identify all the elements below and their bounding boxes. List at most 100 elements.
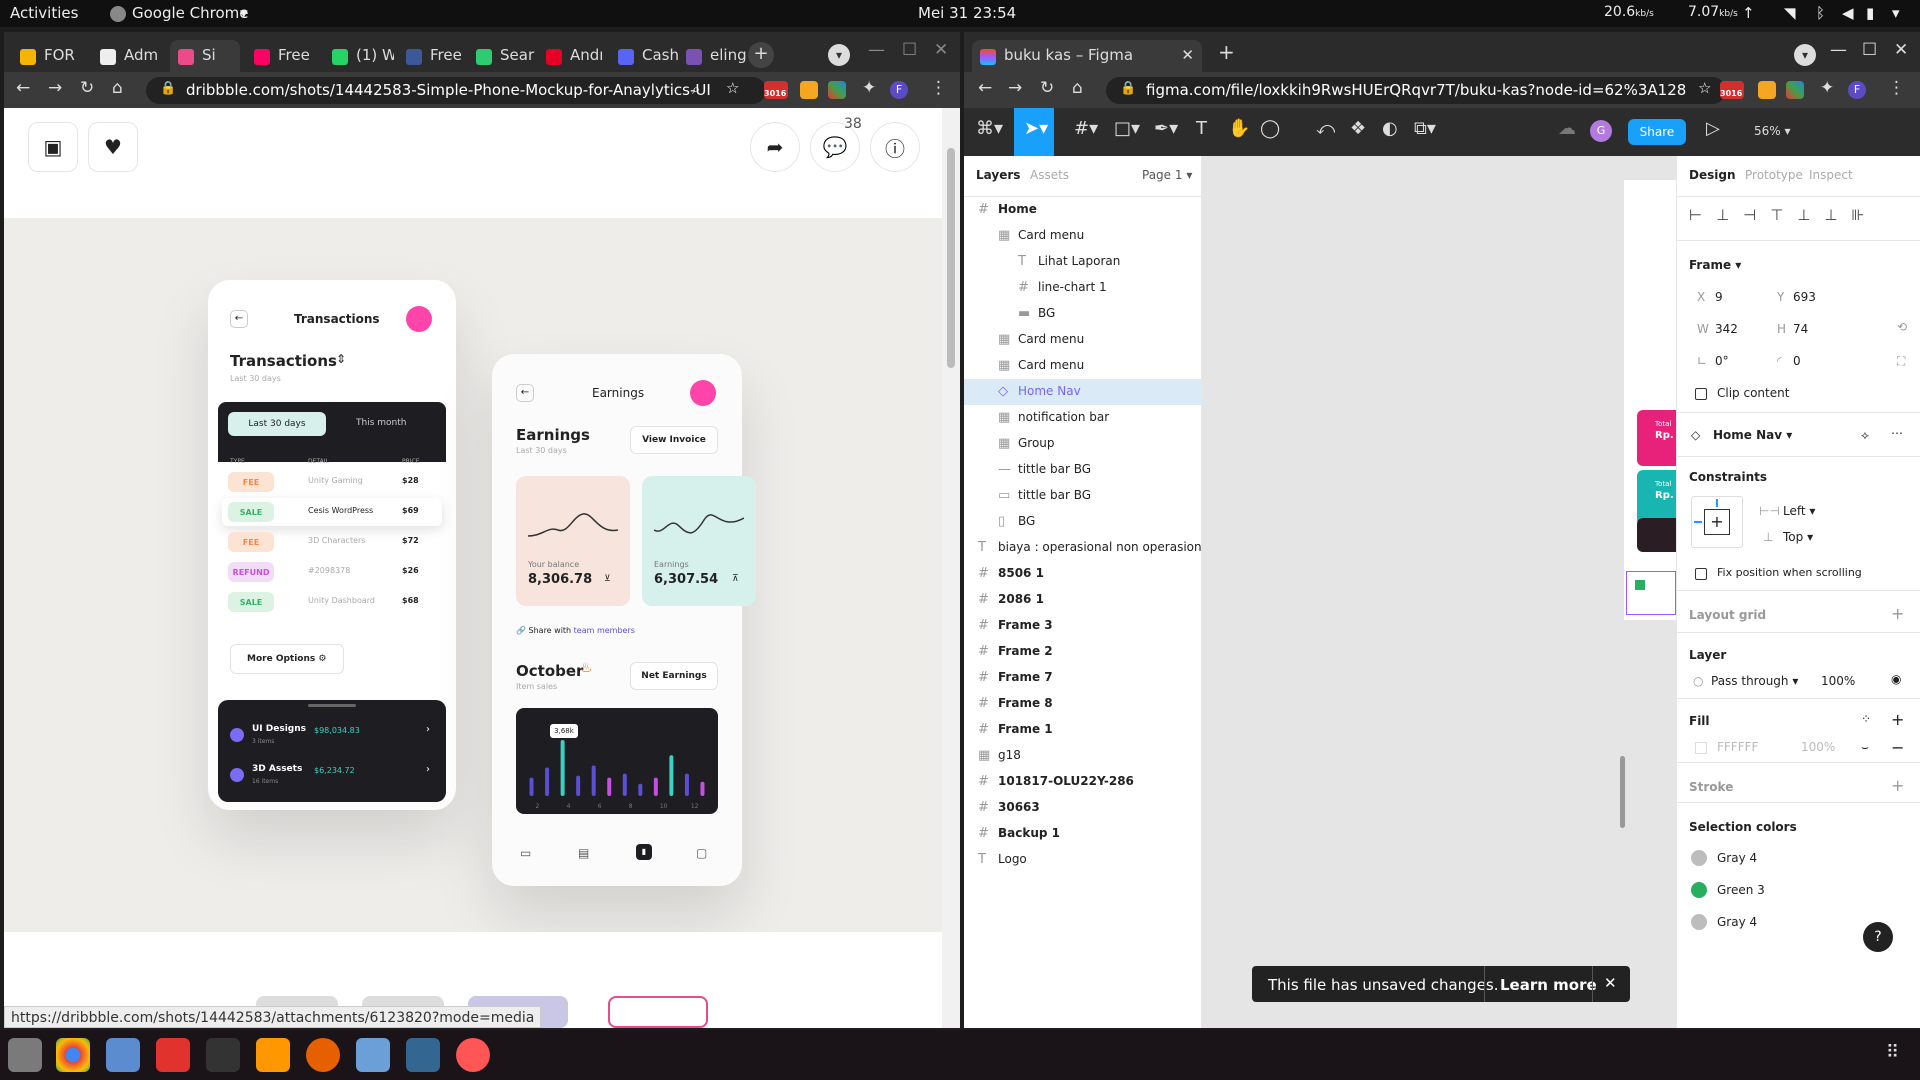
new-tab-button[interactable]: + bbox=[748, 42, 774, 68]
fill-opacity[interactable]: 100% bbox=[1801, 740, 1835, 754]
close-toast-icon[interactable]: ✕ bbox=[1604, 974, 1617, 992]
app-grid-icon[interactable]: ⠿ bbox=[1886, 1042, 1899, 1063]
extension-icon[interactable] bbox=[1758, 81, 1776, 99]
activities-button[interactable]: Activities bbox=[10, 4, 78, 22]
hand-tool-icon[interactable]: ✋ bbox=[1228, 118, 1250, 139]
address-bar[interactable]: 🔒 figma.com/file/loxkkih9RwsHUErQRqvr7T/… bbox=[1106, 77, 1726, 104]
layer-item[interactable]: # Frame 7 bbox=[964, 665, 1201, 691]
tab-search-icon[interactable]: ▾ bbox=[1794, 44, 1816, 66]
anydesk-app-icon[interactable] bbox=[156, 1038, 190, 1072]
component-icon[interactable]: ❖ bbox=[1350, 118, 1366, 139]
address-bar[interactable]: 🔒 dribbble.com/shots/14442583-Simple-Pho… bbox=[146, 77, 766, 104]
layer-item[interactable]: ▦ notification bar bbox=[964, 405, 1201, 431]
frame-dropdown[interactable]: Frame ▾ bbox=[1689, 258, 1741, 272]
add-layout-grid-icon[interactable]: + bbox=[1891, 604, 1904, 623]
tab-9[interactable]: eling bbox=[678, 40, 748, 72]
layer-item[interactable]: ▦ g18 bbox=[964, 743, 1201, 769]
layer-item[interactable]: ▭ tittle bar BG bbox=[964, 483, 1201, 509]
zoom-icon[interactable]: ⌕ bbox=[692, 80, 700, 98]
back-icon[interactable]: ← bbox=[978, 78, 992, 98]
layer-opacity[interactable]: 100% bbox=[1821, 674, 1855, 688]
layer-item[interactable]: ▯ BG bbox=[964, 509, 1201, 535]
chrome-app-icon[interactable] bbox=[56, 1038, 90, 1072]
share-button[interactable]: ➦ bbox=[750, 122, 800, 172]
frame-tool-icon[interactable]: #▾ bbox=[1074, 118, 1098, 139]
tab-0[interactable]: FOR bbox=[12, 40, 82, 72]
tab-assets[interactable]: Assets bbox=[1030, 168, 1069, 182]
pen-tool-icon[interactable]: ✒▾ bbox=[1154, 118, 1178, 139]
color-extension-icon[interactable] bbox=[828, 81, 846, 99]
design-tab-prototype[interactable]: Prototype bbox=[1745, 168, 1803, 182]
alignment-tools[interactable]: ⊢⊥⊣⊤⊥⊥⊪ bbox=[1689, 206, 1878, 224]
layer-item[interactable]: ▦ Group bbox=[964, 431, 1201, 457]
selection-color-item[interactable]: Gray 4 bbox=[1691, 848, 1891, 870]
like-button[interactable]: ♥ bbox=[88, 122, 138, 172]
x-input[interactable]: 9 bbox=[1715, 290, 1723, 304]
text-tool-icon[interactable]: T bbox=[1196, 118, 1207, 139]
tab-8[interactable]: Cash bbox=[610, 40, 680, 72]
selection-color-item[interactable]: Gray 4 bbox=[1691, 912, 1891, 934]
maximize-icon[interactable]: ☐ bbox=[902, 40, 917, 60]
volume-icon[interactable]: ◀ bbox=[1842, 4, 1854, 22]
postgres-app-icon[interactable] bbox=[406, 1038, 440, 1072]
layer-item[interactable]: — tittle bar BG bbox=[964, 457, 1201, 483]
app-menu[interactable]: Google Chrome bbox=[132, 4, 249, 22]
go-to-main-icon[interactable]: ⟡ bbox=[1861, 428, 1869, 443]
styles-icon[interactable]: ⁘ bbox=[1861, 712, 1871, 726]
tab-2[interactable]: Si bbox=[170, 40, 240, 72]
tab-figma[interactable]: buku kas – Figma ✕ bbox=[972, 40, 1202, 72]
close-tab-icon[interactable]: ✕ bbox=[1181, 46, 1194, 64]
layer-item[interactable]: ▦ Card menu bbox=[964, 353, 1201, 379]
layer-item[interactable]: # line-chart 1 bbox=[964, 275, 1201, 301]
layer-item[interactable]: #8506 1 bbox=[964, 561, 1201, 587]
wifi-icon[interactable]: ◥ bbox=[1784, 4, 1796, 22]
extensions-puzzle-icon[interactable]: ✦ bbox=[1820, 78, 1834, 98]
boolean-icon[interactable]: ⧉▾ bbox=[1414, 118, 1436, 139]
fix-position-checkbox[interactable] bbox=[1695, 568, 1707, 580]
remove-fill-icon[interactable]: − bbox=[1891, 738, 1904, 757]
virtualbox2-app-icon[interactable] bbox=[356, 1038, 390, 1072]
extension-badge[interactable]: 3016 bbox=[764, 81, 788, 99]
tab-7[interactable]: Andı bbox=[538, 40, 608, 72]
constraint-top[interactable] bbox=[1716, 499, 1718, 507]
blend-mode-select[interactable]: Pass through ▾ bbox=[1711, 674, 1798, 688]
selection-color-item[interactable]: Green 3 bbox=[1691, 880, 1891, 902]
page-selector[interactable]: Page 1 ▾ bbox=[1142, 168, 1192, 182]
layer-item[interactable]: Tbiaya : operasional non operasional bbox=[964, 535, 1201, 561]
layer-item[interactable]: T Logo bbox=[964, 847, 1201, 873]
visibility-eye-icon[interactable]: ◉ bbox=[1891, 672, 1901, 686]
vertical-constraint[interactable]: Top ▾ bbox=[1783, 530, 1813, 544]
constraint-left[interactable] bbox=[1694, 521, 1702, 523]
hidden-eye-icon[interactable]: ⌣ bbox=[1861, 740, 1869, 755]
comment-tool-icon[interactable]: ◯ bbox=[1260, 118, 1280, 139]
layer-item[interactable]: # Frame 1 bbox=[964, 717, 1201, 743]
canvas[interactable]: Total Rp. Total Rp. This file has unsaved c… bbox=[1202, 156, 1689, 1028]
radius-input[interactable]: 0 bbox=[1793, 354, 1801, 368]
zoom-level[interactable]: 56% ▾ bbox=[1754, 124, 1791, 138]
minimize-icon[interactable]: — bbox=[868, 40, 885, 60]
reload-icon[interactable]: ↻ bbox=[80, 78, 94, 98]
scrollbar[interactable] bbox=[942, 108, 960, 1028]
collaborator-avatar[interactable]: G bbox=[1590, 120, 1612, 142]
share-button[interactable]: Share bbox=[1628, 119, 1686, 145]
horizontal-constraint[interactable]: Left ▾ bbox=[1783, 504, 1815, 518]
power-menu-icon[interactable]: ▾ bbox=[1892, 4, 1900, 22]
design-tab-design[interactable]: Design bbox=[1689, 168, 1736, 182]
forward-icon[interactable]: → bbox=[48, 78, 62, 98]
tab-3[interactable]: Free bbox=[246, 40, 316, 72]
info-button[interactable]: ⓘ bbox=[870, 122, 920, 172]
present-play-icon[interactable]: ▷ bbox=[1706, 118, 1720, 139]
layer-item[interactable]: # Frame 3 bbox=[964, 613, 1201, 639]
mask-icon[interactable]: ◐ bbox=[1382, 118, 1398, 139]
help-button[interactable]: ? bbox=[1863, 922, 1893, 952]
close-icon[interactable]: ✕ bbox=[1894, 40, 1908, 60]
bluetooth-icon[interactable]: ᛒ bbox=[1816, 4, 1825, 22]
vertical-scrollbar[interactable] bbox=[1620, 756, 1625, 828]
canvas-frame[interactable] bbox=[1624, 180, 1676, 620]
selected-home-nav[interactable] bbox=[1626, 571, 1676, 615]
tab-search-icon[interactable]: ▾ bbox=[828, 44, 850, 66]
move-tool[interactable]: ➤▾ bbox=[1014, 108, 1054, 156]
extensions-puzzle-icon[interactable]: ✦ bbox=[862, 78, 876, 98]
tab-layers[interactable]: Layers bbox=[976, 168, 1020, 182]
color-extension-icon[interactable] bbox=[1786, 81, 1804, 99]
